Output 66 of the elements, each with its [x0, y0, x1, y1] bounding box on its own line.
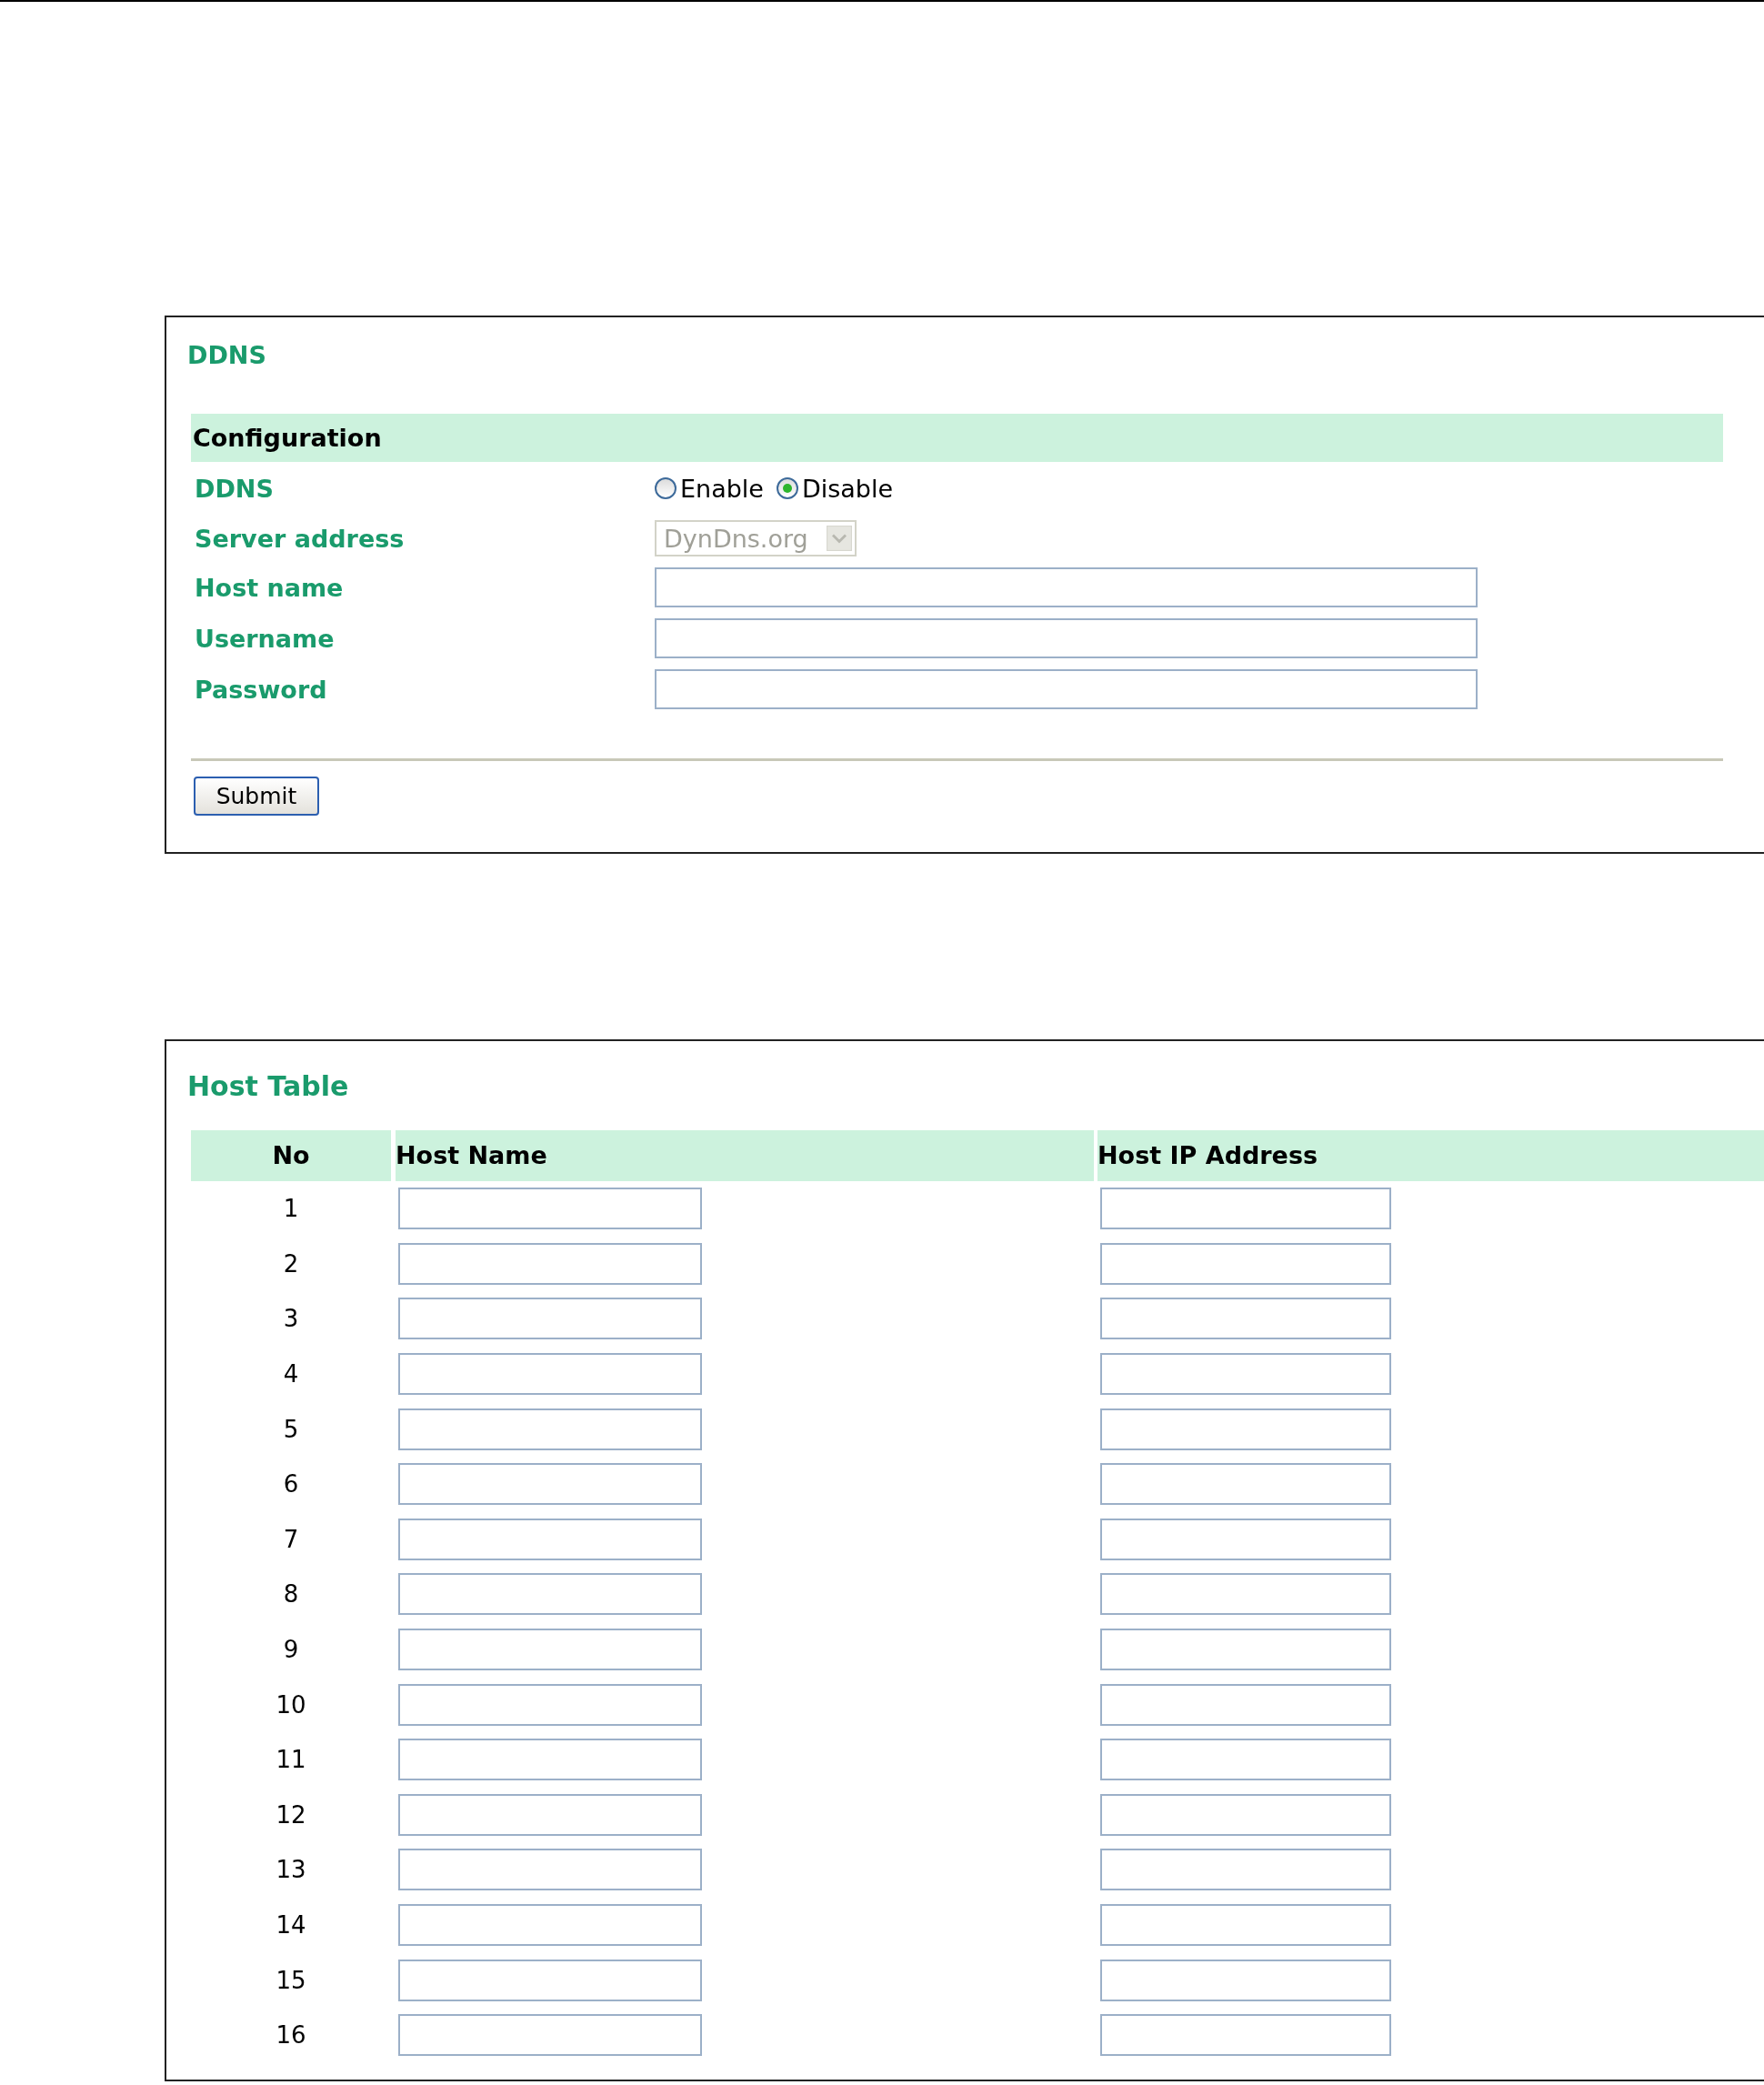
section-header: Configuration	[191, 414, 1723, 462]
text-field[interactable]	[655, 567, 1478, 607]
column-header: Host IP Address	[1097, 1130, 1764, 1181]
row-number: 13	[276, 1856, 306, 1884]
row-number: 12	[276, 1800, 306, 1829]
host-name-field[interactable]	[398, 1408, 702, 1450]
field-label: Server address	[194, 524, 406, 553]
ip-address-field[interactable]	[1100, 1573, 1391, 1616]
column-header: No	[191, 1130, 391, 1181]
column-header: Host Name	[396, 1130, 1094, 1181]
host-name-field[interactable]	[398, 1353, 702, 1396]
ip-address-field[interactable]	[1100, 1188, 1391, 1230]
row-number: 4	[283, 1360, 299, 1388]
ip-address-field[interactable]	[1100, 1959, 1391, 2001]
field-label: Password	[194, 675, 328, 704]
panel-title: DDNS	[187, 340, 267, 371]
ip-address-field[interactable]	[1100, 1793, 1391, 1836]
host-name-field[interactable]	[398, 1463, 702, 1506]
row-number: 5	[283, 1415, 299, 1443]
ip-address-field[interactable]	[1100, 1242, 1391, 1285]
host-name-field[interactable]	[398, 1298, 702, 1340]
host-name-field[interactable]	[398, 1959, 702, 2001]
host-name-field[interactable]	[398, 1242, 702, 1285]
row-number: 2	[283, 1249, 299, 1278]
ip-address-field[interactable]	[1100, 1518, 1391, 1560]
row-number: 7	[283, 1525, 299, 1553]
row-number: 10	[276, 1690, 306, 1719]
radio-option[interactable]: Disable	[776, 474, 894, 503]
row-number: 8	[283, 1580, 299, 1609]
row-number: 16	[276, 2021, 306, 2050]
ip-address-field[interactable]	[1100, 1629, 1391, 1671]
host-name-field[interactable]	[398, 1739, 702, 1781]
host-name-field[interactable]	[398, 1849, 702, 1891]
host-name-field[interactable]	[398, 1573, 702, 1616]
host-name-field[interactable]	[398, 1793, 702, 1836]
ip-address-field[interactable]	[1100, 1849, 1391, 1891]
text-field[interactable]	[655, 669, 1478, 709]
ip-address-field[interactable]	[1100, 2014, 1391, 2057]
field-label: Username	[194, 624, 336, 653]
host-name-field[interactable]	[398, 1683, 702, 1726]
host-name-field[interactable]	[398, 1904, 702, 1946]
host-name-field[interactable]	[398, 1188, 702, 1230]
text-field[interactable]	[655, 618, 1478, 658]
ip-address-field[interactable]	[1100, 1298, 1391, 1340]
radio-option[interactable]: Enable	[655, 474, 764, 503]
row-number: 11	[276, 1746, 306, 1774]
field-label: Host name	[194, 573, 345, 602]
row-number: 14	[276, 1911, 306, 1939]
row-number: 9	[283, 1636, 299, 1664]
row-number: 6	[283, 1470, 299, 1499]
ip-address-field[interactable]	[1100, 1739, 1391, 1781]
ip-address-field[interactable]	[1100, 1683, 1391, 1726]
ip-address-field[interactable]	[1100, 1904, 1391, 1946]
panel-title: Host Table	[187, 1069, 350, 1104]
ip-address-field[interactable]	[1100, 1463, 1391, 1506]
row-number: 3	[283, 1305, 299, 1333]
caret-icon	[827, 526, 852, 551]
field-label: DDNS	[194, 474, 275, 503]
submit-button[interactable]: Submit	[194, 777, 319, 816]
row-number: 15	[276, 1966, 306, 1994]
host-name-field[interactable]	[398, 1629, 702, 1671]
ip-address-field[interactable]	[1100, 1353, 1391, 1396]
row-number: 1	[283, 1195, 299, 1223]
ip-address-field[interactable]	[1100, 1408, 1391, 1450]
host-name-field[interactable]	[398, 1518, 702, 1560]
host-name-field[interactable]	[398, 2014, 702, 2057]
